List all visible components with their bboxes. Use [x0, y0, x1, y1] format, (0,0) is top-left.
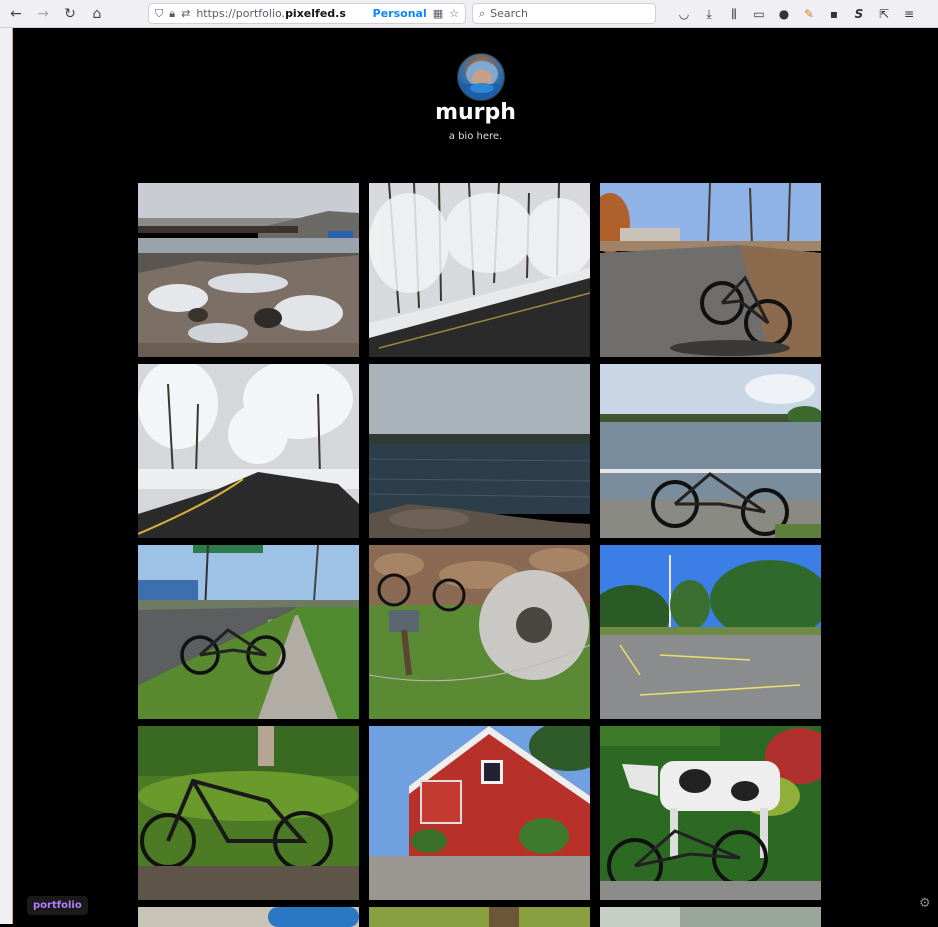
- download-icon[interactable]: ⤓: [701, 4, 717, 24]
- home-icon[interactable]: ⌂: [86, 3, 108, 25]
- photo-tile-snow-curve[interactable]: [138, 364, 359, 538]
- back-arrow-icon[interactable]: ←: [5, 3, 27, 25]
- photo-tile-partial-2[interactable]: [369, 907, 590, 927]
- reload-icon[interactable]: ↻: [59, 3, 81, 25]
- pocket-icon[interactable]: ◡: [676, 4, 692, 24]
- search-input[interactable]: ⌕ Search: [472, 3, 656, 24]
- photo-tile-lake[interactable]: [369, 364, 590, 538]
- photo-tile-bike-grass[interactable]: [138, 726, 359, 900]
- portfolio-badge[interactable]: portfolio: [27, 896, 88, 915]
- dark-mode-icon[interactable]: ●: [776, 4, 792, 24]
- photo-grid: [138, 183, 821, 927]
- photo-tile-partial-3[interactable]: [600, 907, 821, 927]
- browser-toolbar: ← → ↻ ⌂ ⛉ 🔒︎ ⇄ https://portfolio.pixelfe…: [0, 0, 938, 28]
- bookmark-star-icon[interactable]: ☆: [449, 7, 459, 20]
- photo-tile-parking-lot[interactable]: [600, 545, 821, 719]
- qr-icon[interactable]: ▦: [433, 7, 443, 20]
- photo-tile-red-house[interactable]: [369, 726, 590, 900]
- sidebar-icon[interactable]: ▭: [751, 4, 767, 24]
- side-strip: [0, 28, 13, 924]
- container-label[interactable]: Personal: [373, 7, 427, 20]
- shield-icon[interactable]: ⛉: [155, 7, 163, 21]
- photo-tile-bike-sign[interactable]: [138, 545, 359, 719]
- s-extension-icon[interactable]: S: [851, 4, 867, 24]
- photo-tile-bike-lake[interactable]: [600, 364, 821, 538]
- photo-tile-cow-statue[interactable]: [600, 726, 821, 900]
- portfolio-page: murph a bio here. portfolio ⚙: [13, 28, 938, 927]
- url-text[interactable]: https://portfolio.pixelfed.s: [196, 7, 366, 20]
- profile-username: murph: [435, 100, 516, 125]
- photo-tile-partial-1[interactable]: [138, 907, 359, 927]
- lock-icon[interactable]: 🔒︎: [169, 7, 175, 21]
- gear-icon[interactable]: ⚙: [919, 896, 931, 911]
- menu-icon[interactable]: ≡: [901, 4, 917, 24]
- library-icon[interactable]: ⫼: [726, 4, 742, 24]
- forward-arrow-icon[interactable]: →: [32, 3, 54, 25]
- search-placeholder: Search: [490, 7, 528, 20]
- grid-extension-icon[interactable]: ▪: [826, 4, 842, 24]
- search-icon: ⌕: [479, 6, 486, 20]
- avatar[interactable]: [457, 53, 505, 101]
- extension-icon[interactable]: ✎: [801, 4, 817, 24]
- photo-tile-snowy-road[interactable]: [369, 183, 590, 357]
- photo-tile-waterfall[interactable]: [138, 183, 359, 357]
- share-icon[interactable]: ⇱: [876, 4, 892, 24]
- permissions-icon[interactable]: ⇄: [181, 7, 190, 20]
- url-bar[interactable]: ⛉ 🔒︎ ⇄ https://portfolio.pixelfed.s Pers…: [148, 3, 466, 24]
- profile-bio: a bio here.: [448, 131, 503, 142]
- photo-tile-bike-autumn[interactable]: [600, 183, 821, 357]
- photo-tile-millstone[interactable]: [369, 545, 590, 719]
